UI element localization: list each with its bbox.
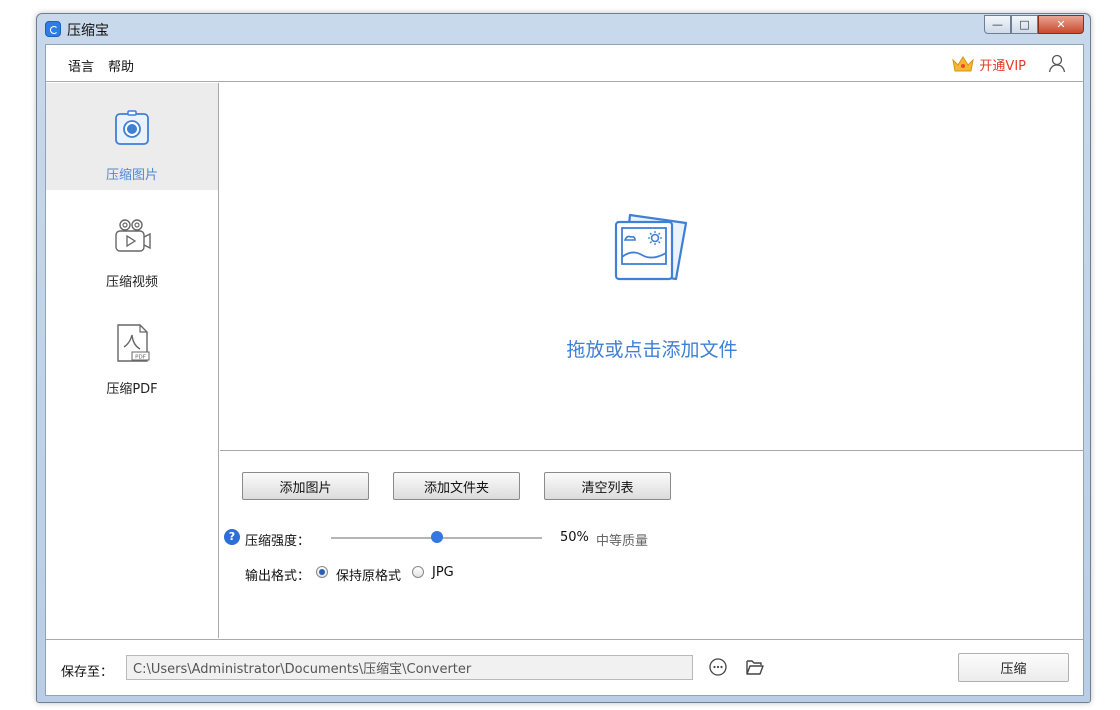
output-format-label: 输出格式： bbox=[245, 569, 311, 584]
radio-keep-original[interactable] bbox=[316, 566, 328, 578]
compress-button[interactable]: 压缩 bbox=[958, 653, 1069, 682]
radio-jpg[interactable] bbox=[412, 566, 424, 578]
image-gallery-icon bbox=[614, 213, 688, 281]
menu-bar: 语言 帮助 开通VIP bbox=[46, 45, 1083, 82]
compression-percent: 50% bbox=[560, 530, 589, 545]
radio-keep-original-label[interactable]: 保持原格式 bbox=[336, 565, 401, 584]
maximize-button[interactable]: □ bbox=[1011, 15, 1038, 34]
video-camera-icon bbox=[115, 219, 151, 252]
drop-hint-text: 拖放或点击添加文件 bbox=[566, 339, 738, 361]
add-images-button[interactable]: 添加图片 bbox=[242, 472, 369, 500]
sidebar-item-compress-image[interactable]: 压缩图片 bbox=[46, 83, 218, 190]
clear-list-button[interactable]: 清空列表 bbox=[544, 472, 671, 500]
vip-label: 开通VIP bbox=[979, 58, 1026, 74]
sidebar-item-label: 压缩PDF bbox=[106, 382, 158, 397]
compression-strength-label: 压缩强度： bbox=[245, 534, 311, 549]
user-icon[interactable] bbox=[1047, 53, 1067, 73]
window-title: 压缩宝 bbox=[67, 23, 109, 39]
close-button[interactable]: ✕ bbox=[1038, 15, 1084, 34]
app-logo-icon bbox=[45, 21, 61, 37]
compression-slider-thumb[interactable] bbox=[430, 531, 443, 543]
more-options-icon[interactable] bbox=[708, 657, 728, 677]
compression-settings-panel: 添加图片 添加文件夹 清空列表 ? 压缩强度： 50% 中等质量 输出格式： 保… bbox=[220, 452, 1084, 638]
app-window: 压缩宝 — □ ✕ 语言 帮助 开通VIP 压缩图片 压缩视频 PDF 压缩PD… bbox=[36, 13, 1091, 703]
window-controls: — □ ✕ bbox=[984, 15, 1084, 34]
help-icon[interactable]: ? bbox=[224, 529, 240, 545]
sidebar-item-label: 压缩图片 bbox=[105, 168, 158, 183]
menu-help[interactable]: 帮助 bbox=[108, 56, 134, 75]
save-to-label: 保存至： bbox=[61, 665, 114, 680]
add-folder-button[interactable]: 添加文件夹 bbox=[393, 472, 520, 500]
footer-bar: 保存至： 压缩 bbox=[46, 639, 1083, 696]
title-bar[interactable]: 压缩宝 — □ ✕ bbox=[37, 14, 1090, 43]
sidebar-item-compress-video[interactable]: 压缩视频 bbox=[46, 190, 218, 297]
svg-text:PDF: PDF bbox=[135, 355, 146, 361]
save-path-input[interactable] bbox=[126, 655, 693, 680]
minimize-button[interactable]: — bbox=[984, 15, 1011, 34]
client-area: 语言 帮助 开通VIP 压缩图片 压缩视频 PDF 压缩PDF 拖放或点击添加文… bbox=[45, 44, 1084, 696]
camera-icon bbox=[115, 110, 149, 145]
menu-language[interactable]: 语言 bbox=[68, 56, 94, 75]
open-folder-icon[interactable] bbox=[745, 657, 765, 677]
crown-icon bbox=[952, 56, 975, 72]
radio-jpg-label[interactable]: JPG bbox=[432, 565, 454, 580]
sidebar-item-label: 压缩视频 bbox=[105, 275, 158, 290]
file-drop-zone[interactable]: 拖放或点击添加文件 bbox=[220, 83, 1084, 451]
sidebar-item-compress-pdf[interactable]: PDF 压缩PDF bbox=[46, 297, 218, 404]
quality-text: 中等质量 bbox=[596, 534, 649, 549]
pdf-file-icon: PDF bbox=[117, 324, 150, 362]
sidebar: 压缩图片 压缩视频 PDF 压缩PDF bbox=[46, 83, 219, 638]
vip-button[interactable]: 开通VIP bbox=[951, 54, 1026, 74]
